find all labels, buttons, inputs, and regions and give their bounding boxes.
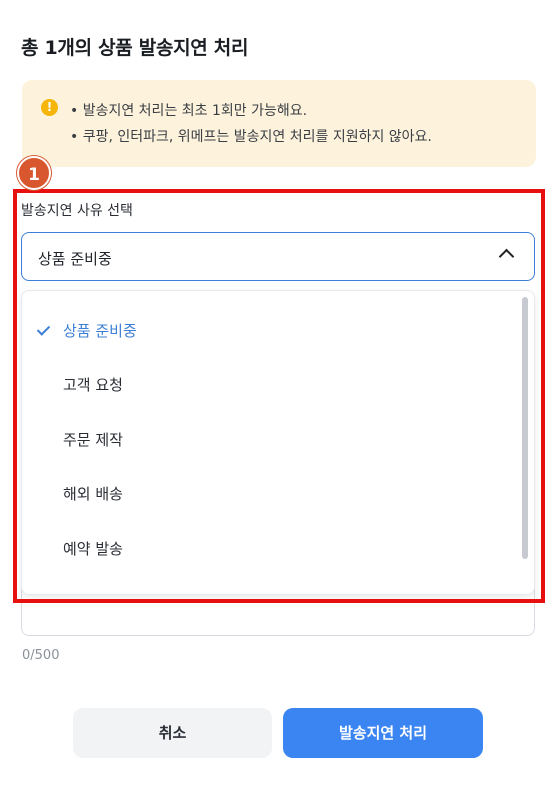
option-label: 상품 준비중: [63, 322, 137, 340]
dropdown-option-2[interactable]: 고객 요청: [22, 356, 512, 410]
option-label: 해외 배송: [63, 485, 123, 503]
chevron-up-icon: [498, 248, 515, 265]
dropdown-scrollbar[interactable]: [522, 297, 528, 559]
reason-dropdown: 상품 준비중 고객 요청 주문 제작 해외 배송 예약 발송 기타: [21, 290, 535, 595]
dialog-title: 총 1개의 상품 발송지연 처리: [21, 37, 249, 59]
exclamation-icon: !: [41, 99, 58, 116]
cancel-button[interactable]: 취소: [73, 708, 272, 758]
notice-line-1: • 발송지연 처리는 최초 1회만 가능해요.: [70, 103, 308, 119]
option-label: 주문 제작: [63, 431, 123, 449]
confirm-delay-button[interactable]: 발송지연 처리: [283, 708, 483, 758]
option-label: 예약 발송: [63, 540, 123, 558]
notice-line-2: • 쿠팡, 인터파크, 위메프는 발송지연 처리를 지원하지 않아요.: [70, 129, 432, 145]
dropdown-option-6[interactable]: 기타: [22, 574, 512, 594]
option-label: 기타: [63, 592, 91, 594]
dropdown-option-4[interactable]: 해외 배송: [22, 465, 512, 519]
step-marker: 1: [17, 156, 51, 190]
select-label: 발송지연 사유 선택: [21, 203, 133, 219]
dropdown-option-1[interactable]: 상품 준비중: [22, 302, 512, 356]
dropdown-option-3[interactable]: 주문 제작: [22, 411, 512, 465]
notice-box: ! • 발송지연 처리는 최초 1회만 가능해요. • 쿠팡, 인터파크, 위메…: [22, 80, 536, 167]
check-icon: [36, 322, 51, 336]
memo-counter: 0/500: [22, 648, 60, 663]
option-label: 고객 요청: [63, 376, 123, 394]
reason-select[interactable]: 상품 준비중: [21, 232, 535, 281]
select-value: 상품 준비중: [38, 250, 112, 268]
dropdown-option-5[interactable]: 예약 발송: [22, 520, 512, 574]
